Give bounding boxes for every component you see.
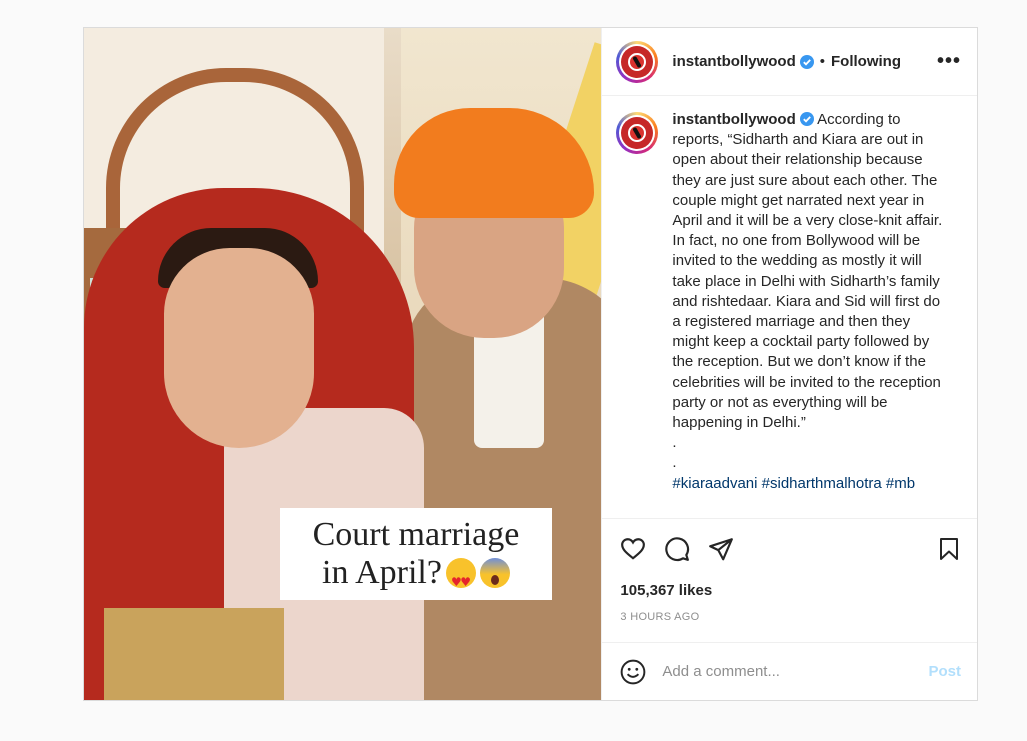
caption-avatar[interactable] — [616, 112, 659, 154]
following-button[interactable]: Following — [831, 53, 901, 70]
verified-badge-icon — [799, 112, 814, 126]
overlay-line-2-text: in April? — [322, 554, 442, 591]
caption-hashtags[interactable]: #kiaraadvani #sidharthmalhotra #mb — [672, 474, 942, 494]
image-text-overlay: Court marriage in April? — [280, 508, 552, 601]
likes-count[interactable]: 105,367 likes — [620, 582, 961, 599]
caption-body: According to reports, “Sidharth and Kiar… — [672, 111, 943, 432]
post-timestamp[interactable]: 3 HOURS AGO — [620, 611, 961, 623]
caption-area: instantbollywood According to reports, “… — [602, 96, 977, 518]
caption-dot-1: . — [672, 434, 677, 452]
heart-eyes-emoji-icon — [445, 558, 476, 601]
comment-input[interactable] — [662, 663, 929, 680]
overlay-line-1: Court marriage — [312, 516, 520, 553]
heart-icon[interactable] — [620, 536, 646, 562]
bookmark-icon[interactable] — [937, 536, 961, 562]
post-sidebar: instantbollywood • Following ••• instant… — [601, 28, 977, 700]
header-username[interactable]: instantbollywood — [672, 53, 795, 70]
emoji-icon[interactable] — [620, 659, 646, 685]
screaming-face-emoji-icon — [479, 558, 510, 588]
woman-figure — [84, 188, 424, 700]
share-icon[interactable] — [708, 536, 734, 562]
action-icons — [620, 535, 961, 563]
comment-box: Post — [602, 642, 977, 700]
post-header: instantbollywood • Following ••• — [602, 28, 977, 96]
caption-dot-2: . — [672, 454, 677, 472]
instagram-post: Court marriage in April? instantbollywoo… — [83, 27, 978, 701]
post-image[interactable]: Court marriage in April? — [84, 28, 602, 700]
more-icon[interactable]: ••• — [937, 50, 961, 73]
post-comment-button[interactable]: Post — [928, 663, 961, 680]
verified-badge-icon — [799, 54, 814, 69]
avatar[interactable] — [616, 40, 659, 83]
overlay-line-2: in April? — [322, 554, 510, 601]
comment-icon[interactable] — [664, 536, 690, 562]
post-actions: 105,367 likes 3 HOURS AGO — [602, 518, 977, 642]
caption-text: instantbollywood According to reports, “… — [672, 110, 942, 518]
caption-username[interactable]: instantbollywood — [672, 111, 795, 128]
header-separator: • — [819, 53, 826, 70]
